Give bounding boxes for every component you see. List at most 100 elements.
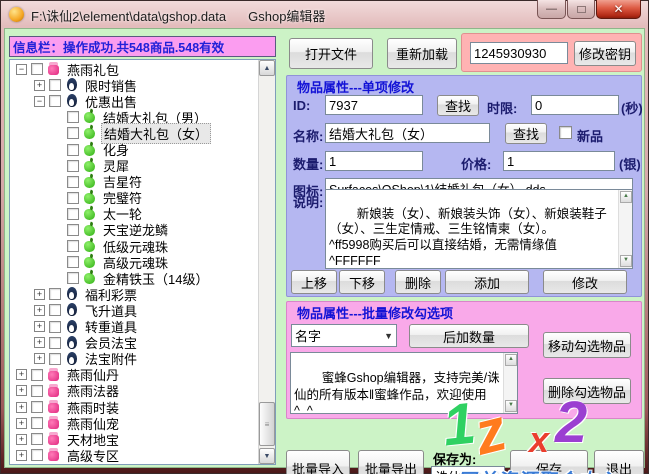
tree-item-checkbox[interactable] — [31, 449, 43, 461]
tree-item-checkbox[interactable] — [31, 369, 43, 381]
delete-button[interactable]: 删除 — [395, 270, 441, 294]
expand-toggle-icon[interactable]: + — [34, 337, 45, 348]
tree-item-checkbox[interactable] — [31, 433, 43, 445]
tree-item-checkbox[interactable] — [67, 208, 79, 220]
description-textarea[interactable]: 新娘装（女）、新娘装头饰（女）、新娘装鞋子（女）、三生定情戒、三生铭情柬（女）。… — [325, 189, 633, 269]
item-tree[interactable]: −燕雨礼包+限时销售−优惠出售结婚大礼包（男）结婚大礼包（女）化身灵犀吉星符完璧… — [9, 59, 276, 465]
tree-item-checkbox[interactable] — [31, 63, 43, 75]
move-down-button[interactable]: 下移 — [339, 270, 385, 294]
expand-toggle-icon[interactable]: + — [34, 80, 45, 91]
tree-item-checkbox[interactable] — [67, 127, 79, 139]
save-as-select[interactable]: 诛仙42 ▼ — [431, 466, 505, 474]
quantity-input[interactable] — [325, 151, 423, 171]
id-input[interactable] — [325, 95, 423, 115]
note-text: 蜜蜂Gshop编辑器，支持完美/诛仙的所有版本‖蜜蜂作品，欢迎使用^_^ — [294, 371, 500, 414]
move-up-button[interactable]: 上移 — [291, 270, 337, 294]
find-id-button[interactable]: 查找 — [437, 95, 479, 116]
tree-item-checkbox[interactable] — [67, 272, 79, 284]
tree-item-checkbox[interactable] — [49, 321, 61, 333]
jar-icon — [47, 384, 61, 398]
apple-icon — [83, 207, 97, 221]
tree-scrollbar[interactable]: ▲ ≡ ▼ — [258, 60, 275, 464]
note-textarea[interactable]: 蜜蜂Gshop编辑器，支持完美/诛仙的所有版本‖蜜蜂作品，欢迎使用^_^ ▲ ▼ — [290, 352, 518, 414]
expand-toggle-icon[interactable]: + — [16, 402, 27, 413]
tree-item-checkbox[interactable] — [67, 256, 79, 268]
note-scroll-down-icon[interactable]: ▼ — [505, 400, 517, 412]
time-limit-input[interactable] — [531, 95, 619, 115]
tree-item-checkbox[interactable] — [49, 288, 61, 300]
expand-toggle-icon[interactable]: + — [34, 321, 45, 332]
tree-item-checkbox[interactable] — [49, 79, 61, 91]
key-input[interactable] — [470, 42, 568, 64]
description-scrollbar[interactable]: ▲ ▼ — [618, 190, 632, 268]
expand-toggle-icon[interactable]: + — [34, 289, 45, 300]
tree-item[interactable]: +燕雨法器 — [10, 383, 258, 399]
name-input[interactable] — [325, 123, 490, 143]
maximize-button[interactable] — [567, 0, 595, 19]
open-file-button[interactable]: 打开文件 — [289, 38, 373, 69]
minimize-button[interactable]: — — [537, 0, 566, 19]
new-item-label: 新品 — [577, 126, 603, 145]
desc-scroll-down-icon[interactable]: ▼ — [620, 255, 632, 267]
tree-item[interactable]: +天材地宝 — [10, 431, 258, 447]
tree-item-checkbox[interactable] — [49, 95, 61, 107]
apple-icon — [83, 175, 97, 189]
tree-item[interactable]: 结婚大礼包（女） — [10, 125, 258, 141]
tree-item-checkbox[interactable] — [67, 111, 79, 123]
tree-item-checkbox[interactable] — [67, 160, 79, 172]
modify-button[interactable]: 修改 — [543, 270, 627, 294]
tree-item-checkbox[interactable] — [49, 337, 61, 349]
delete-checked-button[interactable]: 删除勾选物品 — [543, 378, 631, 404]
expand-toggle-icon[interactable]: − — [16, 64, 27, 75]
price-input[interactable] — [503, 151, 615, 171]
status-text: 信息栏：操作成功.共548商品.548有效 — [13, 37, 224, 56]
tree-item-checkbox[interactable] — [49, 304, 61, 316]
batch-import-button[interactable]: 批量导入 — [286, 450, 350, 474]
tree-item-checkbox[interactable] — [67, 224, 79, 236]
tree-item[interactable]: 回收站(无法在游戏中显示的物品) — [10, 463, 258, 464]
tree-item-checkbox[interactable] — [31, 385, 43, 397]
jar-icon — [47, 432, 61, 446]
scroll-thumb[interactable]: ≡ — [259, 402, 275, 446]
tree-item[interactable]: +燕雨仙宠 — [10, 415, 258, 431]
tree-item-checkbox[interactable] — [67, 240, 79, 252]
desc-scroll-up-icon[interactable]: ▲ — [620, 191, 632, 203]
new-item-checkbox[interactable] — [559, 126, 572, 139]
tree-item[interactable]: +法宝附件 — [10, 351, 258, 367]
tree-item-checkbox[interactable] — [31, 417, 43, 429]
tree-item-checkbox[interactable] — [49, 353, 61, 365]
expand-toggle-icon[interactable]: + — [16, 385, 27, 396]
tree-item-checkbox[interactable] — [67, 192, 79, 204]
scroll-down-icon[interactable]: ▼ — [259, 448, 275, 464]
titlebar[interactable]: F:\诛仙2\element\data\gshop.dataGshop编辑器 —… — [0, 0, 649, 28]
tree-item[interactable]: +燕雨仙丹 — [10, 367, 258, 383]
tree-item[interactable]: +燕雨时装 — [10, 399, 258, 415]
apple-icon — [83, 239, 97, 253]
reload-button[interactable]: 重新加载 — [387, 38, 457, 69]
expand-toggle-icon[interactable]: + — [16, 434, 27, 445]
scroll-up-icon[interactable]: ▲ — [259, 60, 275, 76]
save-button[interactable]: 保存 — [510, 450, 588, 474]
add-button[interactable]: 添加 — [445, 270, 529, 294]
close-button[interactable]: ✕ — [596, 0, 641, 19]
move-checked-button[interactable]: 移动勾选物品 — [543, 332, 631, 358]
tree-item-checkbox[interactable] — [31, 401, 43, 413]
exit-button[interactable]: 退出 — [594, 450, 644, 474]
expand-toggle-icon[interactable]: + — [34, 353, 45, 364]
expand-toggle-icon[interactable]: + — [16, 450, 27, 461]
expand-toggle-icon[interactable]: + — [16, 418, 27, 429]
note-scrollbar[interactable]: ▲ ▼ — [503, 353, 517, 413]
note-scroll-up-icon[interactable]: ▲ — [505, 354, 517, 366]
expand-toggle-icon[interactable]: − — [34, 96, 45, 107]
penguin-icon — [65, 303, 79, 317]
modify-key-button[interactable]: 修改密钥 — [574, 41, 636, 66]
batch-field-select[interactable]: 名字 ▼ — [291, 324, 397, 347]
batch-export-button[interactable]: 批量导出 — [358, 450, 424, 474]
append-quantity-button[interactable]: 后加数量 — [409, 324, 529, 348]
find-name-button[interactable]: 查找 — [505, 123, 547, 144]
tree-item-checkbox[interactable] — [67, 176, 79, 188]
expand-toggle-icon[interactable]: + — [16, 369, 27, 380]
penguin-icon — [65, 287, 79, 301]
tree-item-checkbox[interactable] — [67, 144, 79, 156]
expand-toggle-icon[interactable]: + — [34, 305, 45, 316]
